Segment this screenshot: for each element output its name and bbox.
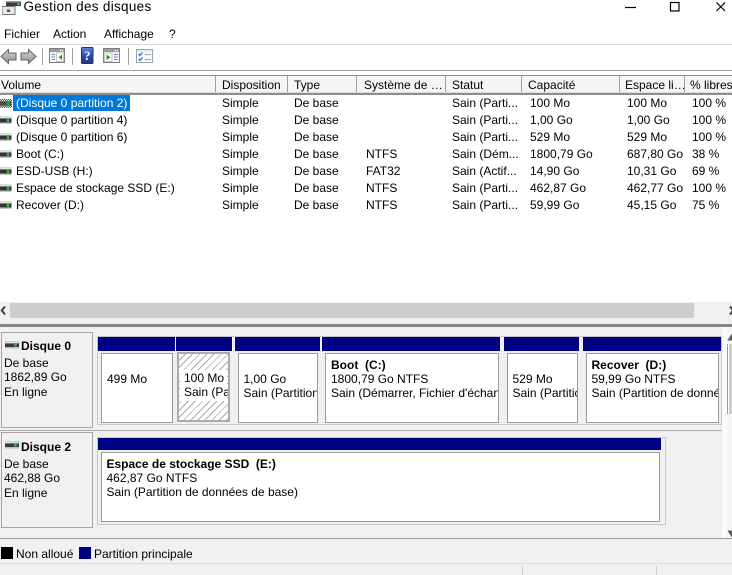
- svg-text:?: ?: [84, 48, 91, 63]
